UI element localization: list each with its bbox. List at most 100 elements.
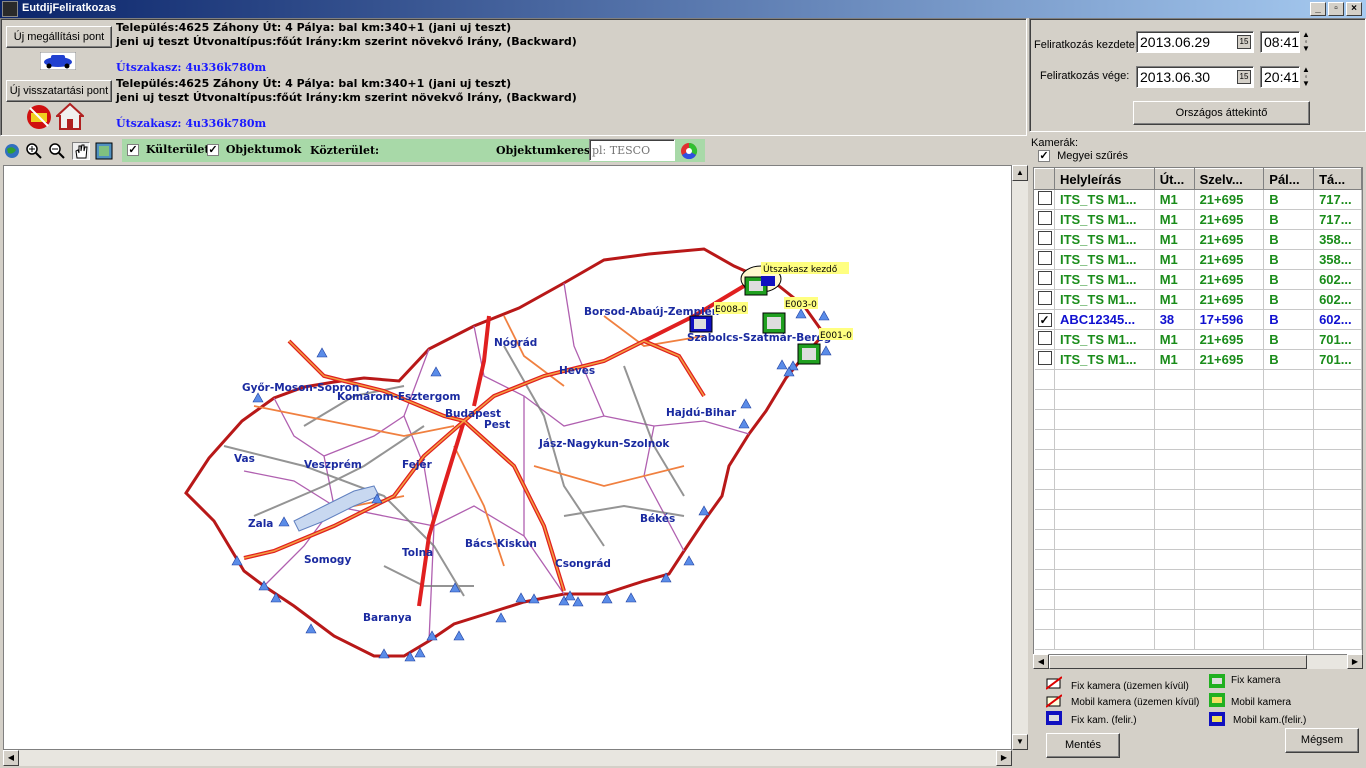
outdoor-filter[interactable]: ✓ Külterület — [127, 143, 209, 156]
table-row[interactable]: ITS_TS M1... M1 21+695 B 358... — [1034, 229, 1362, 250]
county-label: Komárom-Esztergom — [337, 391, 460, 403]
row-checkbox[interactable] — [1034, 249, 1055, 270]
new-stop-point-button[interactable]: Új megállítási pont — [6, 26, 112, 48]
col-desc[interactable]: Helyleírás — [1053, 168, 1155, 190]
county-filter-checkbox[interactable]: ✓ — [1038, 150, 1050, 163]
camera-select-checkbox[interactable] — [1037, 251, 1052, 265]
empty-row — [1034, 369, 1362, 390]
save-button[interactable]: Mentés — [1046, 733, 1120, 758]
border-camera-marker[interactable] — [305, 623, 317, 634]
row-checkbox[interactable]: ✓ — [1034, 309, 1055, 330]
table-hscroll-thumb[interactable] — [1049, 655, 1307, 669]
national-overview-button[interactable]: Országos áttekintő — [1133, 101, 1310, 125]
row-checkbox[interactable] — [1034, 329, 1055, 350]
camera-select-checkbox[interactable] — [1037, 271, 1052, 285]
start-time-field[interactable]: 08:41 — [1260, 31, 1300, 53]
close-button[interactable]: × — [1346, 2, 1362, 16]
empty-cell — [1054, 589, 1155, 610]
end-date-field[interactable]: 2013.06.30 15 — [1136, 66, 1254, 88]
scroll-down-button[interactable]: ▼ — [1012, 734, 1028, 750]
table-hscroll[interactable]: ◀ ▶ — [1033, 654, 1363, 669]
map-canvas[interactable]: Győr-Moson-Sopron Komárom-Esztergom Budape… — [3, 165, 1012, 750]
border-camera-marker[interactable] — [818, 310, 830, 321]
scroll-left-button[interactable]: ◀ — [1033, 654, 1049, 669]
cell-lane: B — [1263, 269, 1315, 290]
cell-km: 21+695 — [1194, 289, 1265, 310]
cell-road: 38 — [1154, 309, 1195, 330]
table-row[interactable]: ITS_TS M1... M1 21+695 B 701... — [1034, 329, 1362, 350]
empty-cell — [1194, 449, 1265, 470]
border-camera-marker[interactable] — [625, 592, 637, 603]
border-camera-marker[interactable] — [453, 630, 465, 641]
table-row[interactable]: ITS_TS M1... M1 21+695 B 717... — [1034, 189, 1362, 210]
start-date-field[interactable]: 2013.06.29 15 — [1136, 31, 1254, 53]
border-camera-marker[interactable] — [316, 347, 328, 358]
row-checkbox[interactable] — [1034, 189, 1055, 210]
border-camera-marker[interactable] — [683, 555, 695, 566]
cancel-button[interactable]: Mégsem — [1285, 728, 1359, 753]
border-camera-marker[interactable] — [820, 345, 832, 356]
row-checkbox[interactable] — [1034, 349, 1055, 370]
zoom-in-icon[interactable] — [25, 142, 43, 160]
table-row[interactable]: ✓ ABC12345... 38 17+596 B 602... — [1034, 309, 1362, 330]
row-checkbox[interactable] — [1034, 229, 1055, 250]
scroll-right-button[interactable]: ▶ — [1347, 654, 1363, 669]
camera-select-checkbox[interactable] — [1037, 291, 1052, 305]
scroll-right-button[interactable]: ▶ — [996, 750, 1012, 766]
table-row[interactable]: ITS_TS M1... M1 21+695 B 602... — [1034, 289, 1362, 310]
object-search-input[interactable] — [589, 139, 675, 161]
empty-cell — [1034, 449, 1055, 470]
legend-fixed-sub: Fix kam. (felir.) — [1071, 715, 1137, 726]
end-time-field[interactable]: 20:41 — [1260, 66, 1300, 88]
end-time-spinner[interactable]: ▲ ◦ ▼ — [1301, 66, 1311, 88]
scroll-left-button[interactable]: ◀ — [3, 750, 19, 766]
table-row[interactable]: ITS_TS M1... M1 21+695 B 358... — [1034, 249, 1362, 270]
camera-select-checkbox[interactable] — [1037, 231, 1052, 245]
row-checkbox[interactable] — [1034, 289, 1055, 310]
camera-select-checkbox[interactable] — [1037, 191, 1052, 205]
row-checkbox[interactable] — [1034, 269, 1055, 290]
car-icon[interactable] — [39, 51, 77, 71]
outdoor-label: Külterület — [145, 143, 210, 156]
home-icon[interactable] — [54, 102, 86, 130]
map-hscroll[interactable]: ◀ ▶ — [3, 750, 1012, 766]
color-wheel-icon[interactable] — [679, 141, 699, 161]
col-road[interactable]: Út... — [1153, 168, 1195, 190]
col-km[interactable]: Szelv... — [1193, 168, 1265, 190]
border-camera-marker[interactable] — [252, 392, 264, 403]
outdoor-checkbox[interactable]: ✓ — [127, 144, 139, 156]
start-time-spinner[interactable]: ▲ ◦ ▼ — [1301, 31, 1311, 53]
map-overview-icon[interactable] — [95, 142, 113, 160]
border-camera-marker[interactable] — [572, 596, 584, 607]
calendar-icon[interactable]: 15 — [1237, 70, 1251, 84]
new-hold-point-button[interactable]: Új visszatartási pont — [6, 80, 112, 102]
zoom-out-icon[interactable] — [48, 142, 66, 160]
col-dist[interactable]: Tá... — [1313, 168, 1362, 190]
col-lane[interactable]: Pál... — [1263, 168, 1315, 190]
maximize-button[interactable]: ▫ — [1328, 2, 1344, 16]
table-row[interactable]: ITS_TS M1... M1 21+695 B 701... — [1034, 349, 1362, 370]
camera-select-checkbox[interactable]: ✓ — [1037, 313, 1052, 327]
camera-select-checkbox[interactable] — [1037, 211, 1052, 225]
row-checkbox[interactable] — [1034, 209, 1055, 230]
end-label: Feliratkozás vége: — [1040, 70, 1130, 82]
camera-select-checkbox[interactable] — [1037, 351, 1052, 365]
pan-hand-icon[interactable] — [72, 142, 90, 160]
camera-select-checkbox[interactable] — [1037, 331, 1052, 345]
globe-icon[interactable] — [3, 142, 21, 160]
scroll-up-button[interactable]: ▲ — [1012, 165, 1028, 181]
county-filter[interactable]: ✓ Megyei szűrés — [1038, 150, 1128, 163]
table-row[interactable]: ITS_TS M1... M1 21+695 B 717... — [1034, 209, 1362, 230]
minimize-button[interactable]: _ — [1310, 2, 1326, 16]
start-date-value: 2013.06.29 — [1140, 34, 1211, 50]
table-row[interactable]: ITS_TS M1... M1 21+695 B 602... — [1034, 269, 1362, 290]
camera-table: Helyleírás Út... Szelv... Pál... Tá... I… — [1033, 167, 1363, 655]
objects-checkbox[interactable]: ✓ — [207, 144, 219, 156]
empty-cell — [1194, 389, 1265, 410]
border-camera-marker[interactable] — [495, 612, 507, 623]
calendar-icon[interactable]: 15 — [1237, 35, 1251, 49]
no-truck-icon[interactable] — [26, 104, 52, 130]
objects-filter[interactable]: ✓ Objektumok — [207, 143, 301, 156]
hold-point-section: Útszakasz: 4u336k780m — [116, 117, 267, 130]
map-vscroll[interactable]: ▲ ▼ — [1012, 165, 1028, 750]
